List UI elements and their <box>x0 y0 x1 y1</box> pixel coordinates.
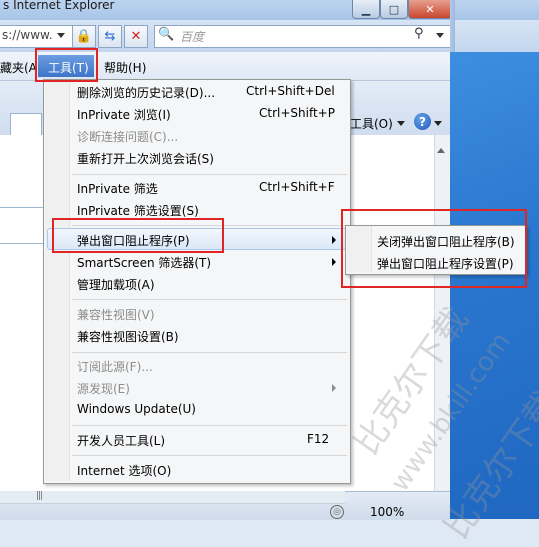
shortcut-delete-history: Ctrl+Shift+Del <box>246 84 335 98</box>
lock-icon: 🔒 <box>75 29 93 44</box>
stop-button[interactable]: ✕ <box>124 25 148 48</box>
menu-item-inprivate-browsing[interactable]: InPrivate 浏览(I) <box>77 106 171 123</box>
menu-item-compatibility-view: 兼容性视图(V) <box>77 308 155 322</box>
search-options-dropdown-icon[interactable] <box>436 33 444 38</box>
address-text: s://www. <box>2 28 53 42</box>
tools-command-button[interactable]: 工具(O) <box>350 115 393 132</box>
search-icon[interactable]: ⚲ <box>414 26 424 41</box>
menu-item-inprivate-filtering[interactable]: InPrivate 筛选 <box>77 180 158 197</box>
menu-item-reopen-last-session[interactable]: 重新打开上次浏览会话(S) <box>77 150 214 167</box>
close-icon: ✕ <box>425 2 435 16</box>
minimize-button[interactable]: ▁ <box>352 0 380 19</box>
menu-item-inprivate-filtering-settings[interactable]: InPrivate 筛选设置(S) <box>77 202 199 219</box>
help-icon[interactable]: ? <box>414 113 431 130</box>
shortcut-inprivate-browsing: Ctrl+Shift+P <box>259 106 335 120</box>
browser-tab[interactable] <box>10 113 42 136</box>
horizontal-scrollbar[interactable] <box>0 491 345 504</box>
help-dropdown-icon[interactable] <box>434 121 442 126</box>
address-dropdown-icon[interactable] <box>57 33 65 38</box>
security-lock-button[interactable]: 🔒 <box>72 25 96 48</box>
submenu-arrow-icon <box>332 236 336 244</box>
menu-item-windows-update[interactable]: Windows Update(U) <box>77 402 196 416</box>
tools-menu-gutter <box>45 80 70 481</box>
submenu-arrow-icon <box>332 384 336 392</box>
annotation-box-popup-blocker <box>52 218 224 253</box>
menu-separator <box>72 174 347 175</box>
close-window-button[interactable]: ✕ <box>408 0 452 19</box>
menu-item-developer-tools[interactable]: 开发人员工具(L) <box>77 432 165 449</box>
menu-item-subscribe-feed: 订阅此源(F)... <box>77 360 153 374</box>
menu-separator <box>72 352 347 353</box>
menu-separator <box>72 455 347 456</box>
search-placeholder: 百度 <box>180 30 205 44</box>
menu-item-feed-discovery: 源发现(E) <box>77 382 130 396</box>
menu-separator <box>72 299 347 300</box>
menu-help[interactable]: 帮助(H) <box>104 59 146 76</box>
window-title: s Internet Explorer <box>3 0 115 12</box>
maximize-icon: □ <box>388 2 400 16</box>
minimize-icon: ▁ <box>361 2 371 16</box>
maximize-button[interactable]: □ <box>380 0 408 19</box>
refresh-icon: ⇆ <box>104 29 116 44</box>
scrollbar-grip-icon: ||| <box>36 491 43 501</box>
menu-item-delete-history[interactable]: 删除浏览的历史记录(D)... <box>77 84 215 101</box>
menu-item-smartscreen-filter[interactable]: SmartScreen 筛选器(T) <box>77 254 211 271</box>
zone-globe-icon: ◎ <box>330 505 344 519</box>
scroll-up-icon[interactable] <box>437 148 445 153</box>
stop-icon: ✕ <box>130 29 142 44</box>
annotation-box-tools <box>35 48 98 82</box>
menu-item-manage-addons[interactable]: 管理加载项(A) <box>77 276 155 293</box>
shortcut-developer-tools: F12 <box>307 432 330 446</box>
menu-separator <box>72 425 347 426</box>
tools-dropdown-icon[interactable] <box>397 121 405 126</box>
menu-item-compatibility-view-settings[interactable]: 兼容性视图设置(B) <box>77 328 179 345</box>
content-divider <box>0 207 44 208</box>
annotation-box-submenu <box>341 209 527 288</box>
menu-item-internet-options[interactable]: Internet 选项(O) <box>77 462 171 479</box>
submenu-arrow-icon <box>332 258 336 266</box>
refresh-button[interactable]: ⇆ <box>98 25 122 48</box>
content-divider <box>0 243 44 244</box>
zoom-level[interactable]: 100% <box>370 505 404 519</box>
menu-item-diagnose-connection: 诊断连接问题(C)... <box>77 130 179 144</box>
shortcut-inprivate-filtering: Ctrl+Shift+F <box>259 180 335 194</box>
search-provider-icon: 🔍 <box>158 27 175 42</box>
